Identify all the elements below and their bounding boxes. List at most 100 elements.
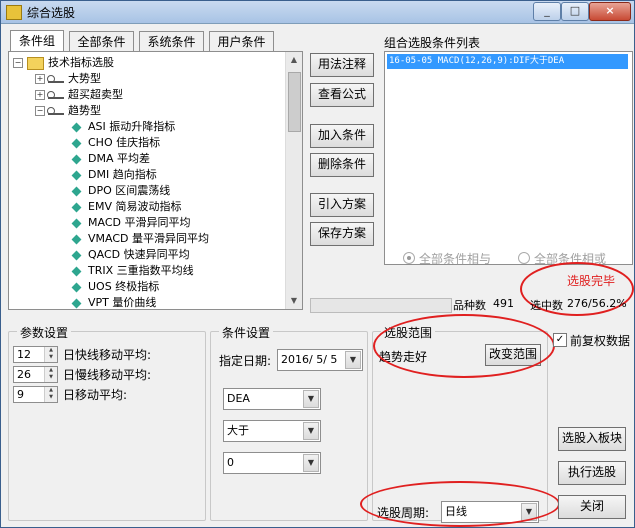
hit-count-label: 选中数 xyxy=(530,299,563,312)
indicator-icon xyxy=(71,250,82,260)
add-to-sector-button[interactable]: 选股入板块 xyxy=(558,427,626,451)
add-condition-button[interactable]: 加入条件 xyxy=(310,124,374,148)
signal-ma-label: 日移动平均: xyxy=(63,388,128,402)
field-value: DEA xyxy=(227,392,250,405)
folder-icon xyxy=(27,56,44,70)
indicator-group-icon xyxy=(47,107,64,115)
spinner-arrows-icon[interactable]: ▲ ▼ xyxy=(44,367,57,382)
indicator-icon xyxy=(71,170,82,180)
threshold-value: 0 xyxy=(227,456,234,469)
fast-ma-spinner[interactable]: 12 ▲ ▼ xyxy=(13,346,58,363)
date-value: 2016/ 5/ 5 xyxy=(281,353,338,366)
tree-item-label: DPO 区间震荡线 xyxy=(88,184,171,197)
dropdown-arrow-icon[interactable]: ▼ xyxy=(303,422,319,440)
tree-item-label: MACD 平滑异同平均 xyxy=(88,216,191,229)
prev-adjust-checkbox[interactable]: ✓ xyxy=(553,333,567,347)
tree-item-label: VPT 量价曲线 xyxy=(88,296,157,309)
tree-scrollbar[interactable]: ▲ ▼ xyxy=(285,52,302,309)
dropdown-arrow-icon[interactable]: ▼ xyxy=(303,390,319,408)
date-picker[interactable]: 2016/ 5/ 5 ▼ xyxy=(277,349,363,371)
tree-root-label: 技术指标选股 xyxy=(48,56,114,69)
scroll-down-icon[interactable]: ▼ xyxy=(286,293,302,309)
logic-or-radio[interactable] xyxy=(518,252,530,264)
tree-item-label: ASI 振动升降指标 xyxy=(88,120,176,133)
indicator-icon xyxy=(71,298,82,308)
execute-selection-button[interactable]: 执行选股 xyxy=(558,461,626,485)
indicator-tree[interactable]: − 技术指标选股 + 大势型 + 超买超卖型 − 趋势型 ASI 振动升降指标 CHO … xyxy=(8,51,303,310)
collapse-icon[interactable]: − xyxy=(35,106,45,116)
tree-group-label: 趋势型 xyxy=(68,104,101,117)
slow-ma-label: 日慢线移动平均: xyxy=(63,368,152,382)
tab-all-conditions[interactable]: 全部条件 xyxy=(69,31,134,52)
collapse-icon[interactable]: − xyxy=(13,58,23,68)
indicator-icon xyxy=(71,138,82,148)
operator-value: 大于 xyxy=(227,424,249,437)
tree-item[interactable]: UOS 终极指标 xyxy=(71,279,160,295)
indicator-icon xyxy=(71,218,82,228)
smart-selection-window: 综合选股 _ □ × 条件组 全部条件 系统条件 用户条件 − 技术指标选股 + 大… xyxy=(0,0,635,528)
tree-group-overbought[interactable]: + 超买超卖型 xyxy=(35,87,123,103)
scroll-thumb[interactable] xyxy=(288,72,301,132)
tab-condition-group[interactable]: 条件组 xyxy=(10,30,64,52)
param-settings-legend: 参数设置 xyxy=(17,324,72,341)
expand-icon[interactable]: + xyxy=(35,90,45,100)
annotation-circle-period xyxy=(360,481,560,527)
tree-item[interactable]: CHO 佳庆指标 xyxy=(71,135,160,151)
tree-item[interactable]: ASI 振动升降指标 xyxy=(71,119,176,135)
view-formula-button[interactable]: 查看公式 xyxy=(310,83,374,107)
close-window-button[interactable]: × xyxy=(589,2,631,21)
annotation-circle-range xyxy=(373,314,555,378)
expand-icon[interactable]: + xyxy=(35,74,45,84)
spinner-arrows-icon[interactable]: ▲ ▼ xyxy=(44,387,57,402)
tree-item[interactable]: VMACD 量平滑异同平均 xyxy=(71,231,209,247)
close-button[interactable]: 关闭 xyxy=(558,495,626,519)
slow-ma-spinner[interactable]: 26 ▲ ▼ xyxy=(13,366,58,383)
fast-ma-label: 日快线移动平均: xyxy=(63,348,152,362)
tree-item[interactable]: DMI 趋向指标 xyxy=(71,167,157,183)
operator-select[interactable]: 大于 ▼ xyxy=(223,420,321,442)
usage-notes-button[interactable]: 用法注释 xyxy=(310,53,374,77)
minimize-button[interactable]: _ xyxy=(533,2,561,21)
scroll-up-icon[interactable]: ▲ xyxy=(286,52,302,68)
slow-ma-value: 26 xyxy=(17,368,31,381)
maximize-button[interactable]: □ xyxy=(561,2,589,21)
tree-item[interactable]: EMV 简易波动指标 xyxy=(71,199,181,215)
selection-progress-bar xyxy=(310,298,452,313)
tree-group-market[interactable]: + 大势型 xyxy=(35,71,101,87)
stock-count-label: 品种数 xyxy=(453,299,486,312)
stock-count-value: 491 xyxy=(493,297,514,310)
field-select[interactable]: DEA ▼ xyxy=(223,388,321,410)
tree-item[interactable]: QACD 快速异同平均 xyxy=(71,247,190,263)
save-scheme-button[interactable]: 保存方案 xyxy=(310,222,374,246)
condition-list-item[interactable]: 16-05-05 MACD(12,26,9):DIF大于DEA xyxy=(387,54,628,69)
import-scheme-button[interactable]: 引入方案 xyxy=(310,193,374,217)
tree-group-trend[interactable]: − 趋势型 xyxy=(35,103,101,119)
tree-root[interactable]: − 技术指标选股 xyxy=(13,55,114,71)
tree-item[interactable]: DPO 区间震荡线 xyxy=(71,183,171,199)
condition-list[interactable]: 16-05-05 MACD(12,26,9):DIF大于DEA xyxy=(384,51,633,265)
dropdown-arrow-icon[interactable]: ▼ xyxy=(303,454,319,472)
tree-item[interactable]: MACD 平滑异同平均 xyxy=(71,215,191,231)
tree-item[interactable]: TRIX 三重指数平均线 xyxy=(71,263,194,279)
tab-system-conditions[interactable]: 系统条件 xyxy=(139,31,204,52)
indicator-group-icon xyxy=(47,91,64,99)
spinner-arrows-icon[interactable]: ▲ ▼ xyxy=(44,347,57,362)
signal-ma-spinner[interactable]: 9 ▲ ▼ xyxy=(13,386,58,403)
fast-ma-value: 12 xyxy=(17,348,31,361)
tab-user-conditions[interactable]: 用户条件 xyxy=(209,31,274,52)
logic-and-radio[interactable] xyxy=(403,252,415,264)
dropdown-arrow-icon[interactable]: ▼ xyxy=(345,351,361,369)
title-bar[interactable]: 综合选股 _ □ × xyxy=(1,1,634,24)
threshold-select[interactable]: 0 ▼ xyxy=(223,452,321,474)
condition-settings-group: 条件设置 指定日期: 2016/ 5/ 5 ▼ DEA ▼ 大于 ▼ 0 ▼ xyxy=(210,324,368,521)
indicator-icon xyxy=(71,202,82,212)
tree-item-label: UOS 终极指标 xyxy=(88,280,160,293)
tree-item[interactable]: VPT 量价曲线 xyxy=(71,295,157,309)
indicator-icon xyxy=(71,282,82,292)
logic-and-label: 全部条件相与 xyxy=(419,252,492,266)
tree-item-label: VMACD 量平滑异同平均 xyxy=(88,232,209,245)
delete-condition-button[interactable]: 删除条件 xyxy=(310,153,374,177)
tree-group-label: 超买超卖型 xyxy=(68,88,123,101)
tree-item[interactable]: DMA 平均差 xyxy=(71,151,150,167)
indicator-icon xyxy=(71,186,82,196)
